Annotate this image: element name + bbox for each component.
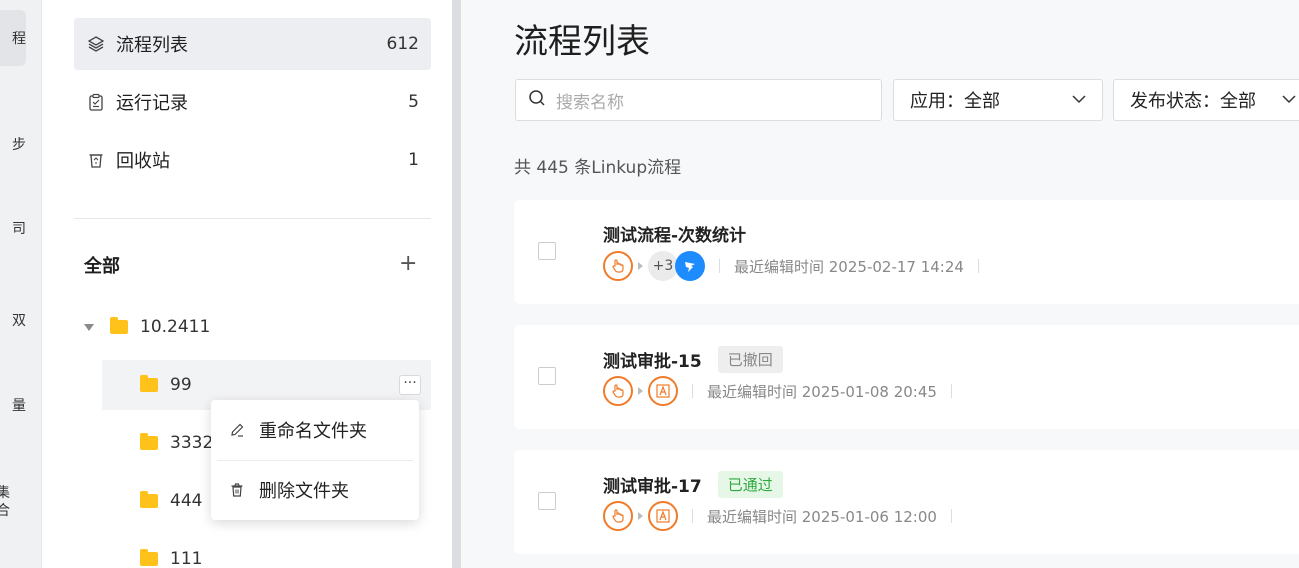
nav-item-process-list[interactable]: 流程列表 612: [74, 18, 431, 70]
folder-icon: [140, 491, 158, 508]
rail-item-5[interactable]: 量: [0, 397, 26, 415]
layers-icon: [86, 34, 106, 54]
folder-icon: [140, 433, 158, 450]
nav-item-count: 1: [408, 150, 419, 170]
delete-folder-label: 删除文件夹: [259, 481, 349, 502]
process-card[interactable]: 测试流程-次数统计 +3 最近编辑时间 2025-02-17 14:24: [514, 200, 1299, 304]
folder-context-menu: 重命名文件夹 删除文件夹: [211, 400, 419, 520]
folder-label: 111: [170, 549, 203, 568]
nav-item-count: 612: [386, 34, 419, 54]
search-input[interactable]: 搜索名称: [515, 79, 882, 121]
process-meta: 最近编辑时间 2025-01-06 12:00: [603, 501, 966, 531]
delete-folder-menu-item[interactable]: 删除文件夹: [211, 462, 419, 518]
last-edited-time: 最近编辑时间 2025-02-17 14:24: [734, 257, 964, 276]
rename-folder-label: 重命名文件夹: [259, 421, 367, 442]
nav-item-label: 运行记录: [116, 93, 188, 114]
process-title-text: 测试流程-次数统计: [603, 226, 747, 246]
separator: [719, 259, 720, 273]
separator: [977, 259, 979, 273]
last-edited-time: 最近编辑时间 2025-01-06 12:00: [707, 507, 937, 526]
menu-divider: [217, 460, 413, 461]
separator: [950, 384, 952, 398]
process-title: 测试流程-次数统计: [603, 221, 746, 246]
arrow-right-icon: [638, 387, 643, 395]
recycle-bin-icon: [86, 150, 106, 170]
caret-down-icon[interactable]: [84, 323, 94, 331]
search-placeholder: 搜索名称: [556, 92, 624, 113]
select-checkbox[interactable]: [538, 242, 556, 260]
process-title-text: 测试审批-15: [603, 352, 702, 372]
chevron-down-icon: [1072, 90, 1086, 111]
last-edited-time: 最近编辑时间 2025-01-08 20:45: [707, 382, 937, 401]
status-badge: 已撤回: [717, 346, 783, 373]
rail-item-6[interactable]: 集合: [0, 484, 20, 520]
nav-item-recycle-bin[interactable]: 回收站 1: [74, 134, 431, 186]
arrow-right-icon: [638, 512, 643, 520]
process-title: 测试审批-15 已撤回: [603, 346, 783, 373]
dingtalk-icon: [675, 251, 705, 281]
folder-label: 10.2411: [140, 317, 211, 337]
process-meta: +3 最近编辑时间 2025-02-17 14:24: [603, 251, 993, 281]
manual-trigger-icon: [603, 376, 633, 406]
more-apps-count: +3: [648, 251, 678, 281]
main-content: 流程列表 搜索名称 应用：全部 发布状态：全部 共 445 条Linkup流程 …: [461, 0, 1299, 568]
select-checkbox[interactable]: [538, 492, 556, 510]
rail-item-4[interactable]: 双: [0, 312, 26, 330]
select-checkbox[interactable]: [538, 367, 556, 385]
trash-icon: [229, 482, 247, 498]
nav-item-label: 回收站: [116, 151, 170, 172]
separator: [692, 509, 693, 523]
publish-status-label: 发布状态：全部: [1130, 91, 1256, 112]
approval-icon: [648, 501, 678, 531]
nav-item-label: 流程列表: [116, 35, 188, 56]
folder-section-header: 全部: [84, 256, 120, 277]
folder-icon: [110, 317, 128, 334]
left-rail: 程 步 司 双 量 集合: [0, 0, 42, 568]
rail-item-3[interactable]: 司: [0, 220, 26, 238]
process-card[interactable]: 测试审批-15 已撤回 最近编辑时间 2025-01-08 20:45: [514, 325, 1299, 429]
app-filter-label: 应用：全部: [910, 91, 1000, 112]
folder-label: 99: [170, 375, 192, 395]
publish-status-filter-select[interactable]: 发布状态：全部: [1113, 79, 1299, 121]
process-title-text: 测试审批-17: [603, 477, 702, 497]
edit-icon: [229, 422, 247, 438]
app-root: 程 步 司 双 量 集合 流程列表 612 运行记录 5 回收站 1: [0, 0, 1299, 568]
rail-item-process[interactable]: 程: [0, 10, 26, 66]
chevron-down-icon: [1282, 90, 1296, 111]
sidebar-divider: [74, 218, 431, 219]
manual-trigger-icon: [603, 251, 633, 281]
approval-icon: [648, 376, 678, 406]
folder-label: 3332: [170, 433, 214, 453]
manual-trigger-icon: [603, 501, 633, 531]
app-filter-select[interactable]: 应用：全部: [893, 79, 1103, 121]
rail-item-2[interactable]: 步: [0, 136, 26, 154]
more-options-button[interactable]: ···: [399, 375, 421, 395]
nav-item-run-records[interactable]: 运行记录 5: [74, 76, 431, 128]
process-title: 测试审批-17 已通过: [603, 471, 783, 498]
folder-icon: [140, 549, 158, 566]
status-badge: 已通过: [717, 471, 783, 498]
folder-item-10-2411[interactable]: 10.2411: [84, 302, 431, 352]
clipboard-icon: [86, 92, 106, 112]
add-folder-button[interactable]: +: [399, 253, 417, 275]
separator: [692, 384, 693, 398]
separator: [950, 509, 952, 523]
folder-item-111[interactable]: 111: [140, 534, 431, 568]
total-count: 共 445 条Linkup流程: [514, 158, 682, 178]
rename-folder-menu-item[interactable]: 重命名文件夹: [211, 402, 419, 458]
search-icon: [528, 89, 546, 111]
arrow-right-icon: [638, 262, 643, 270]
page-title: 流程列表: [514, 22, 650, 62]
panel-resize-handle[interactable]: [452, 0, 461, 568]
folder-label: 444: [170, 491, 203, 511]
process-meta: 最近编辑时间 2025-01-08 20:45: [603, 376, 966, 406]
folder-icon: [140, 375, 158, 392]
process-card[interactable]: 测试审批-17 已通过 最近编辑时间 2025-01-06 12:00: [514, 450, 1299, 554]
nav-item-count: 5: [408, 92, 419, 112]
